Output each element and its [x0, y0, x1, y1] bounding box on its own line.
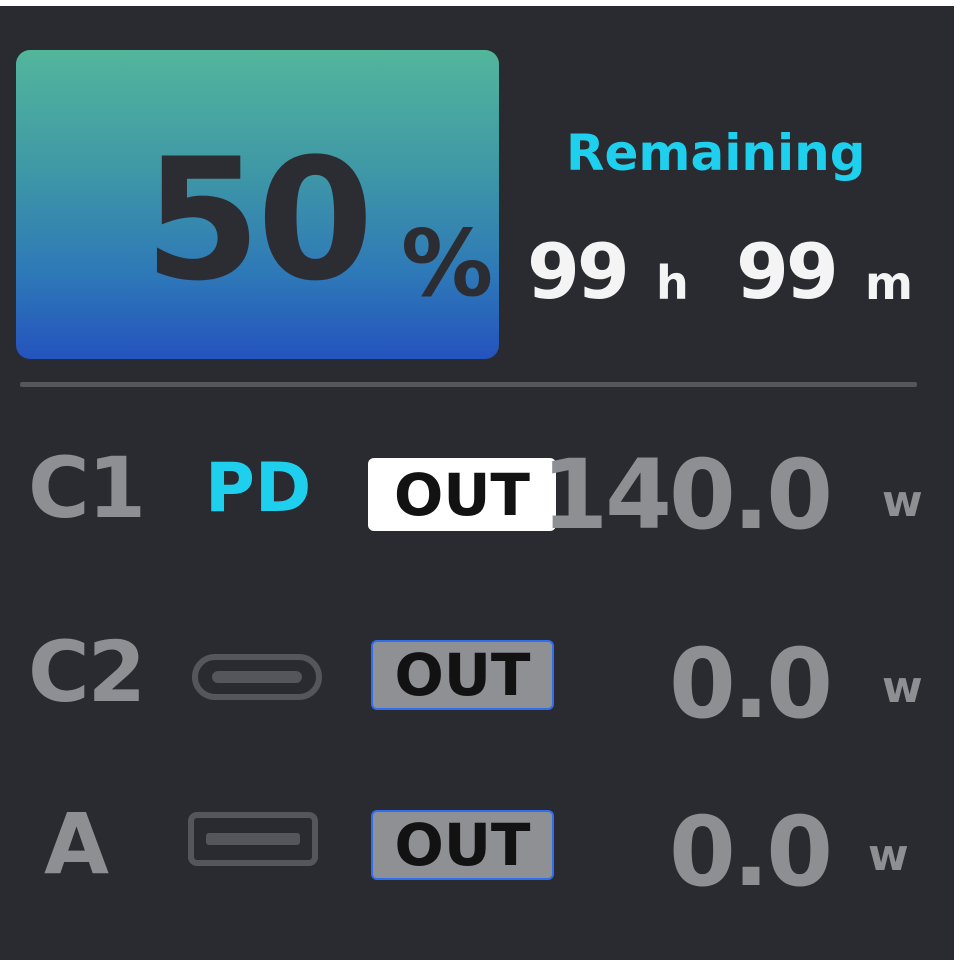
- pd-protocol-label: PD: [205, 449, 312, 528]
- usb-c-port-icon: [192, 654, 322, 700]
- out-toggle-c2[interactable]: OUT: [371, 640, 554, 710]
- remaining-label: Remaining: [566, 124, 866, 182]
- usb-a-port-icon: [188, 812, 318, 866]
- power-station-panel: 50 % Remaining 99 h 99 m C1 PD OUT 140.0…: [0, 0, 960, 960]
- battery-level-card: 50 %: [16, 50, 499, 359]
- power-value-c1: 140.0: [541, 439, 833, 551]
- out-toggle-a[interactable]: OUT: [371, 810, 554, 880]
- power-unit-a: w: [868, 830, 909, 881]
- remaining-minutes-value: 99: [736, 227, 839, 316]
- battery-percent-value: 50: [144, 122, 374, 318]
- power-unit-c1: w: [882, 476, 923, 527]
- power-unit-c2: w: [882, 662, 923, 713]
- battery-percent-unit: %: [401, 210, 494, 317]
- port-name-c2: C2: [28, 623, 146, 721]
- section-divider: [20, 382, 917, 387]
- remaining-hours-unit: h: [656, 256, 689, 310]
- power-value-a: 0.0: [668, 796, 833, 908]
- port-name-c1: C1: [28, 439, 146, 537]
- remaining-hours-value: 99: [527, 227, 630, 316]
- remaining-minutes-unit: m: [865, 256, 913, 310]
- port-name-a: A: [44, 795, 109, 893]
- power-value-c2: 0.0: [668, 628, 833, 740]
- out-toggle-c1[interactable]: OUT: [368, 458, 556, 531]
